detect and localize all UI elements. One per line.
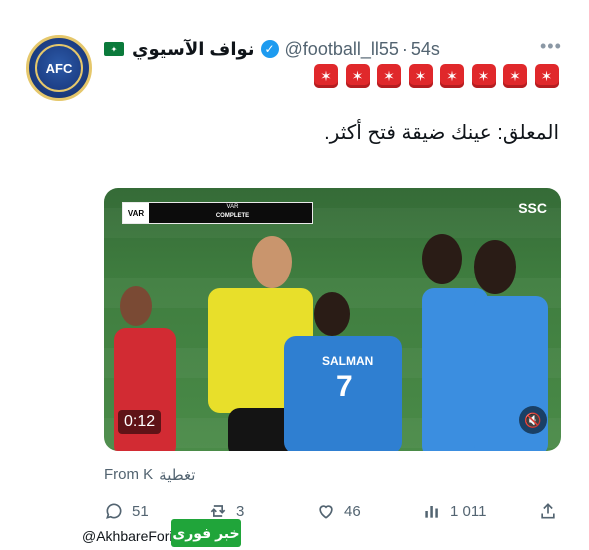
video-player[interactable]: SALMAN 7 VAR VAR COMPLETE SSC 0:12 🔇 (104, 188, 561, 451)
red-star-emoji: ✶ (440, 64, 464, 88)
player-head (474, 240, 516, 294)
handle[interactable]: @football_ll55 (285, 39, 399, 60)
display-name[interactable]: نواف الآسيوي (132, 39, 255, 60)
var-banner: VAR VAR COMPLETE (122, 202, 313, 224)
views-button[interactable]: 1 011 (422, 501, 486, 521)
like-button[interactable]: 46 (316, 501, 361, 521)
var-title: VAR (226, 204, 239, 210)
like-count: 46 (344, 502, 361, 520)
verified-badge-icon: ✓ (260, 40, 279, 58)
player-head (422, 234, 462, 284)
avatar[interactable]: AFC (26, 35, 92, 101)
reply-icon (104, 501, 124, 521)
separator: · (401, 38, 408, 59)
from-source: تغطية (159, 467, 196, 484)
var-badge: VAR (123, 203, 149, 223)
player-number: 7 (336, 370, 353, 403)
player-head (314, 292, 350, 336)
watermark-logo: خبر فوری (171, 519, 241, 547)
video-timer: 0:12 (118, 410, 162, 434)
tweet-text: المعلق: عينك ضيقة فتح أكثر. (324, 122, 559, 144)
watermark-handle: @AkhbareFori (82, 528, 173, 544)
blue-player-7: SALMAN 7 (284, 336, 402, 451)
emoji-row: ✶ ✶ ✶ ✶ ✶ ✶ ✶ ✶ (314, 64, 559, 90)
repost-icon (208, 501, 228, 521)
reply-button[interactable]: 51 (104, 501, 149, 521)
more-options-icon[interactable]: ••• (540, 36, 562, 57)
from-label: From K (104, 466, 154, 483)
heart-icon (316, 501, 336, 521)
red-star-emoji: ✶ (503, 64, 527, 88)
broadcaster-logo: SSC (518, 200, 547, 216)
from-line[interactable]: From K تغطية (104, 466, 195, 484)
views-count: 1 011 (450, 502, 487, 520)
repost-count: 3 (236, 502, 245, 520)
var-status: COMPLETE (215, 213, 250, 219)
red-star-emoji: ✶ (471, 64, 496, 88)
saudi-flag-icon: ✦ (104, 42, 124, 56)
mute-icon[interactable]: 🔇 (519, 406, 547, 434)
red-star-emoji: ✶ (377, 64, 401, 88)
red-star-emoji: ✶ (314, 64, 338, 88)
share-button[interactable] (538, 501, 558, 521)
reply-count: 51 (132, 502, 149, 520)
player-head (120, 286, 152, 326)
views-chart-icon (422, 501, 442, 521)
referee-head (252, 236, 292, 288)
tweet-header: ✦ نواف الآسيوي ✓ @football_ll55 · 54s (104, 36, 554, 62)
red-star-emoji: ✶ (408, 64, 433, 88)
share-icon (538, 501, 558, 521)
repost-button[interactable]: 3 (208, 501, 244, 521)
player-name: SALMAN (322, 354, 374, 368)
red-star-emoji: ✶ (345, 64, 370, 88)
red-star-emoji: ✶ (534, 64, 559, 88)
timestamp[interactable]: 54s (411, 39, 440, 60)
avatar-logo: AFC (35, 44, 83, 92)
